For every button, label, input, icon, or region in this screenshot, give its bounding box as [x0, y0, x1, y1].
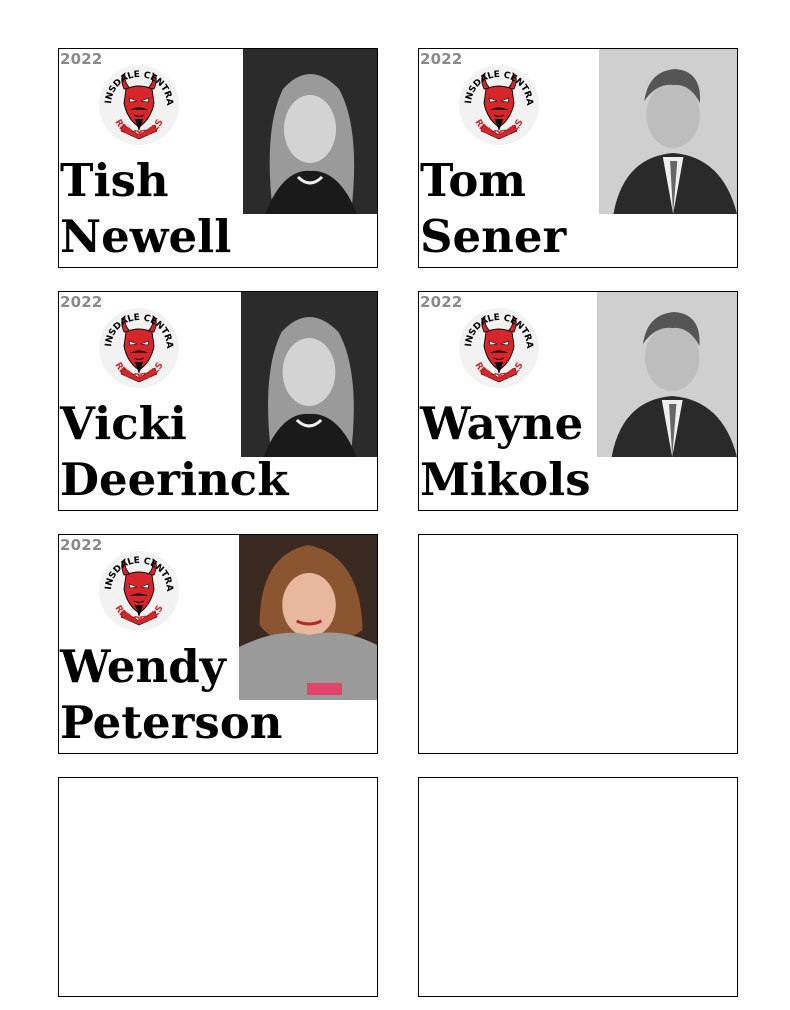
student-name: Tish Newell — [60, 153, 231, 265]
portrait-photo — [597, 292, 737, 457]
first-name: Tish — [60, 154, 169, 207]
last-name: Sener — [420, 210, 567, 263]
portrait-photo — [599, 49, 737, 214]
last-name: Mikols — [420, 453, 591, 506]
empty-name-card — [58, 777, 378, 997]
empty-name-card — [418, 777, 738, 997]
student-name: Vicki Deerinck — [60, 396, 288, 508]
first-name: Vicki — [60, 397, 187, 450]
last-name: Newell — [60, 210, 232, 263]
last-name: Deerinck — [60, 453, 289, 506]
student-name: Wayne Mikols — [420, 396, 591, 508]
empty-name-card — [418, 534, 738, 754]
hinsdale-central-red-devils-logo-icon — [97, 549, 181, 633]
name-card: 2022 Tom Sener — [418, 48, 738, 268]
hinsdale-central-red-devils-logo-icon — [97, 63, 181, 147]
hinsdale-central-red-devils-logo-icon — [457, 306, 541, 390]
first-name: Wendy — [60, 640, 226, 693]
first-name: Tom — [420, 154, 526, 207]
hinsdale-central-red-devils-logo-icon — [97, 306, 181, 390]
hinsdale-central-red-devils-logo-icon — [457, 63, 541, 147]
name-card: 2022 Wayne Mikols — [418, 291, 738, 511]
name-card: 2022 Vicki Deerinck — [58, 291, 378, 511]
portrait-photo — [243, 49, 377, 214]
last-name: Peterson — [60, 696, 283, 749]
first-name: Wayne — [420, 397, 584, 450]
name-card: 2022 Tish Newell — [58, 48, 378, 268]
student-name: Tom Sener — [420, 153, 566, 265]
student-name: Wendy Peterson — [60, 639, 282, 751]
name-card: 2022 Wendy Peterson — [58, 534, 378, 754]
